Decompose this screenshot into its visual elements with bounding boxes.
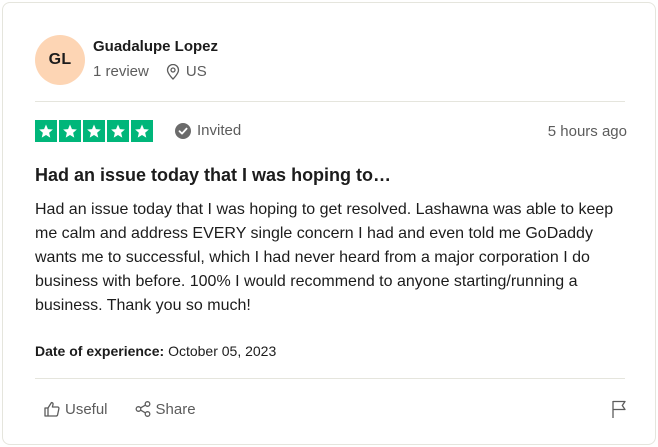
divider — [35, 101, 625, 102]
check-circle-icon — [175, 122, 191, 139]
share-button[interactable]: Share — [134, 400, 196, 418]
useful-label: Useful — [65, 400, 108, 418]
review-count: 1 review — [93, 63, 149, 80]
star-icon — [35, 120, 57, 142]
share-label: Share — [155, 400, 196, 418]
avatar[interactable]: GL — [35, 35, 85, 85]
flag-icon — [610, 399, 628, 424]
reviewer-header: GL Guadalupe Lopez 1 review US — [35, 35, 625, 85]
share-icon — [134, 400, 152, 418]
star-icon — [131, 120, 153, 142]
date-of-experience: Date of experience: October 05, 2023 — [35, 343, 276, 359]
thumbs-up-icon — [43, 400, 61, 418]
star-rating — [35, 120, 153, 142]
reviewer-meta: 1 review US — [93, 63, 207, 80]
useful-button[interactable]: Useful — [43, 400, 108, 418]
experience-date: October 05, 2023 — [168, 343, 277, 359]
flag-button[interactable] — [610, 399, 628, 424]
invited-badge[interactable]: Invited — [175, 122, 241, 139]
review-title[interactable]: Had an issue today that I was hoping to… — [35, 165, 391, 186]
star-icon — [59, 120, 81, 142]
rating-row: Invited 5 hours ago — [35, 120, 627, 142]
review-card: GL Guadalupe Lopez 1 review US Invited 5… — [2, 2, 656, 445]
star-icon — [107, 120, 129, 142]
review-body: Had an issue today that I was hoping to … — [35, 201, 614, 314]
invited-label: Invited — [197, 122, 242, 139]
review-actions: Useful Share — [43, 400, 196, 418]
review-time: 5 hours ago — [547, 123, 627, 140]
reviewer-name[interactable]: Guadalupe Lopez — [93, 38, 218, 55]
location-pin-icon — [166, 63, 180, 80]
divider — [35, 378, 625, 379]
star-icon — [83, 120, 105, 142]
experience-label: Date of experience: — [35, 343, 165, 359]
reviewer-country: US — [185, 63, 207, 80]
